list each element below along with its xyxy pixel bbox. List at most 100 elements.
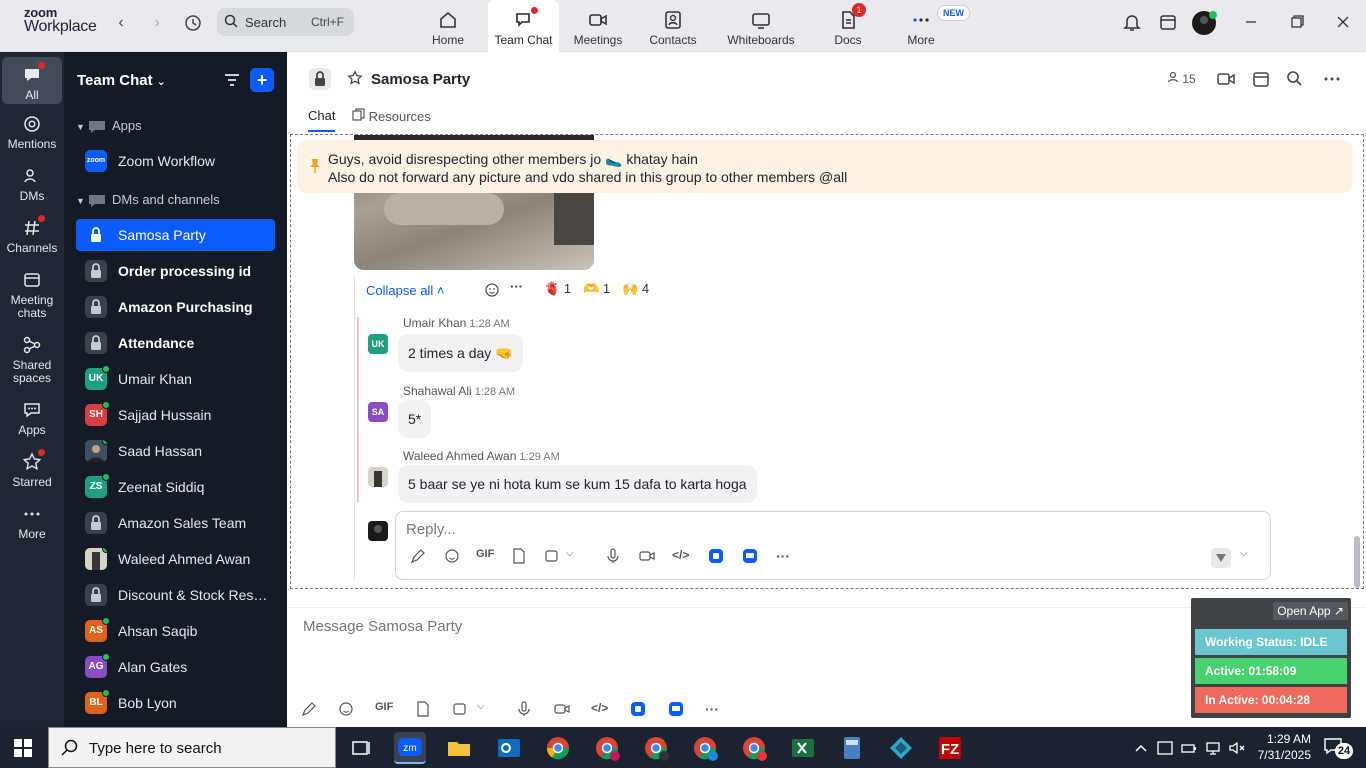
tab-resources[interactable]: Resources (352, 108, 431, 132)
app-blue-icon[interactable] (630, 701, 650, 721)
new-chat-button[interactable]: + (250, 68, 274, 92)
sidebar-item-attendance[interactable]: Attendance (76, 327, 275, 359)
tab-whiteboards[interactable]: Whiteboards (722, 0, 800, 52)
tab-home[interactable]: Home (418, 0, 478, 52)
speaker-muted-icon[interactable] (1228, 739, 1246, 757)
forward-arrow-icon[interactable]: › (146, 12, 168, 34)
sidebar-item-ahsan-saqib[interactable]: AS Ahsan Saqib (76, 615, 275, 647)
send-icon[interactable] (1211, 548, 1231, 568)
rail-meeting-chats[interactable]: Meeting chats (2, 270, 62, 320)
chrome-profile-icon[interactable] (591, 732, 623, 764)
message-bubble[interactable]: 2 times a day 🤜 (398, 334, 523, 372)
restore-icon[interactable] (1285, 12, 1309, 34)
rail-channels[interactable]: Channels (2, 215, 62, 255)
sidebar-item-zoom-workflow[interactable]: zoom Zoom Workflow (76, 145, 275, 177)
sidebar-item-sajjad-hussain[interactable]: SH Sajjad Hussain (76, 399, 275, 431)
message-bubble[interactable]: 5 baar se ye ni hota kum se kum 15 dafa … (398, 465, 757, 503)
screenshot-icon[interactable] (544, 548, 564, 568)
more-actions-icon[interactable]: ··· (510, 279, 523, 294)
sidebar-item-discount-stock[interactable]: Discount & Stock Reser... (76, 579, 275, 611)
chevron-up-icon[interactable] (1132, 739, 1150, 757)
video-call-icon[interactable] (1216, 69, 1238, 89)
bell-icon[interactable] (1120, 12, 1144, 34)
sidebar-item-amazon-sales-team[interactable]: Amazon Sales Team (76, 507, 275, 539)
back-arrow-icon[interactable]: ‹ (110, 12, 132, 34)
more-dots-icon[interactable]: ··· (705, 701, 725, 721)
tab-chat[interactable]: Chat (308, 108, 336, 132)
more-options-icon[interactable] (1322, 69, 1344, 89)
screenshot-icon[interactable] (452, 701, 472, 721)
video-message-icon[interactable] (554, 701, 574, 721)
reaction-raised-hands[interactable]: 🙌 4 (622, 281, 649, 297)
gif-button[interactable]: GIF (375, 701, 395, 721)
filezilla-icon[interactable]: FZ (934, 732, 966, 764)
history-icon[interactable] (182, 12, 204, 34)
windows-start-icon[interactable] (14, 739, 32, 757)
sidebar-title[interactable]: Team Chat ⌄ (77, 72, 166, 89)
microphone-icon[interactable] (516, 701, 536, 721)
gif-button[interactable]: GIF (476, 548, 496, 568)
tab-team-chat[interactable]: Team Chat (488, 0, 559, 52)
chevron-down-icon[interactable]: ⌵ (1240, 548, 1260, 568)
rail-apps[interactable]: Apps (2, 400, 62, 437)
app-diamond-icon[interactable] (885, 732, 917, 764)
sidebar-item-alan-gates[interactable]: AG Alan Gates (76, 651, 275, 683)
meeting-tray-icon[interactable] (1156, 739, 1174, 757)
avatar[interactable] (368, 467, 388, 487)
app-chat-icon[interactable] (668, 701, 688, 721)
network-icon[interactable] (1204, 739, 1222, 757)
rail-starred[interactable]: Starred (2, 449, 62, 489)
scrollbar[interactable] (1354, 536, 1360, 588)
tab-meetings[interactable]: Meetings (568, 0, 628, 52)
microphone-icon[interactable] (605, 548, 625, 568)
format-pen-icon[interactable] (410, 548, 430, 568)
code-icon[interactable]: </> (591, 701, 611, 721)
reaction-heart[interactable]: 🫀 1 (544, 281, 571, 297)
avatar[interactable]: SA (368, 402, 388, 422)
app-chat-icon[interactable] (742, 548, 762, 568)
sidebar-item-bob-lyon[interactable]: BL Bob Lyon (76, 687, 275, 719)
sidebar-item-samosa-party[interactable]: Samosa Party (76, 219, 275, 251)
reply-input[interactable]: Reply... GIF ⌵ </> ··· ⌵ (395, 511, 1271, 580)
file-icon[interactable] (511, 548, 531, 568)
filter-icon[interactable] (222, 70, 242, 90)
reaction-hands[interactable]: 🫶 1 (583, 281, 610, 297)
section-dms-channels[interactable]: ▼ DMs and channels (76, 190, 220, 210)
battery-icon[interactable] (1180, 739, 1198, 757)
search-box[interactable]: Search Ctrl+F (217, 8, 354, 36)
calendar-icon[interactable] (1251, 69, 1273, 89)
minimize-icon[interactable] (1239, 12, 1263, 34)
chrome-icon[interactable] (542, 732, 574, 764)
format-pen-icon[interactable] (301, 701, 321, 721)
code-icon[interactable]: </> (672, 548, 692, 568)
open-app-button[interactable]: Open App ↗ (1273, 602, 1348, 620)
sidebar-item-zeenat-siddiq[interactable]: ZS Zeenat Siddiq (76, 471, 275, 503)
excel-icon[interactable] (787, 732, 819, 764)
chevron-down-icon[interactable]: ⌵ (566, 548, 586, 568)
app-blue-icon[interactable] (708, 548, 728, 568)
chrome-profile-icon[interactable] (640, 732, 672, 764)
video-message-icon[interactable] (639, 548, 659, 568)
collapse-all-link[interactable]: Collapse all ˄ (366, 283, 444, 298)
calendar-icon[interactable] (1156, 12, 1180, 34)
add-reaction-icon[interactable] (484, 281, 502, 302)
tab-more[interactable]: NEW More (893, 0, 970, 52)
rail-shared-spaces[interactable]: Shared spaces (2, 335, 62, 385)
search-icon[interactable] (1285, 69, 1307, 89)
section-apps[interactable]: ▼ Apps (76, 116, 142, 136)
close-icon[interactable] (1331, 12, 1355, 34)
zoom-taskbar-icon[interactable]: zm (394, 732, 426, 764)
file-explorer-icon[interactable] (443, 732, 475, 764)
sidebar-item-umair-khan[interactable]: UK Umair Khan (76, 363, 275, 395)
system-clock[interactable]: 1:29 AM 7/31/2025 (1251, 731, 1311, 763)
file-icon[interactable] (415, 701, 435, 721)
task-view-icon[interactable] (345, 732, 377, 764)
message-bubble[interactable]: 5* (398, 400, 432, 438)
profile-avatar[interactable] (1192, 10, 1217, 35)
outlook-icon[interactable] (493, 732, 525, 764)
rail-all[interactable]: All (2, 57, 62, 104)
more-dots-icon[interactable]: ··· (776, 548, 796, 568)
member-count[interactable]: 15 (1167, 71, 1196, 86)
sidebar-item-order-processing[interactable]: Order processing id (76, 255, 275, 287)
taskbar-search[interactable]: Type here to search (48, 727, 336, 768)
